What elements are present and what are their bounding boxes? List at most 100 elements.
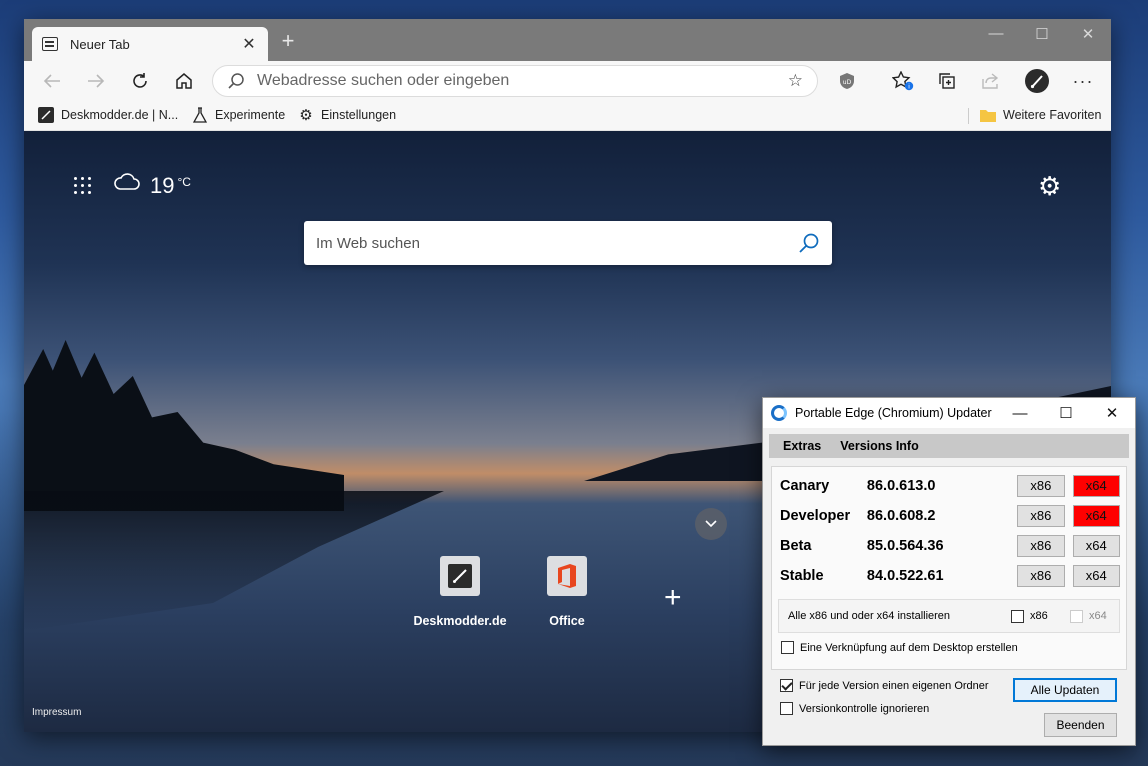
developer-x64-button[interactable]: x64 xyxy=(1072,505,1120,527)
install-all-x64-label: x64 xyxy=(1089,610,1107,622)
portable-edge-updater-window: Portable Edge (Chromium) Updater — ☐ ✕ E… xyxy=(762,397,1136,746)
favorites-icon[interactable]: i xyxy=(890,69,916,93)
svg-text:uD: uD xyxy=(843,79,852,86)
search-icon xyxy=(228,73,244,89)
browser-titlebar: Neuer Tab ✕ + — ☐ ✕ xyxy=(24,19,1111,61)
update-all-button[interactable]: Alle Updaten xyxy=(1013,678,1117,702)
newtab-page-icon xyxy=(42,37,58,51)
favorite-einstellungen[interactable]: ⚙ Einstellungen xyxy=(298,107,397,124)
refresh-icon xyxy=(133,73,147,88)
share-icon[interactable] xyxy=(978,69,1004,93)
home-button[interactable] xyxy=(170,67,198,95)
impressum-link[interactable]: Impressum xyxy=(32,707,81,718)
favorites-bar: Deskmodder.de | N... Experimente ⚙ Einst… xyxy=(24,101,1111,131)
favorite-label: Einstellungen xyxy=(321,108,397,122)
background-reflection xyxy=(24,491,444,631)
updater-app-icon xyxy=(771,405,787,421)
add-favorite-star-icon[interactable]: ☆ xyxy=(788,71,803,91)
new-tab-button[interactable]: + xyxy=(276,29,300,53)
forward-arrow-icon xyxy=(88,74,105,88)
favbar-divider xyxy=(968,108,969,124)
version-number: 84.0.522.61 xyxy=(866,568,944,584)
back-button[interactable] xyxy=(38,67,66,95)
background-forest xyxy=(24,340,344,511)
address-input[interactable]: Webadresse suchen oder eingeben xyxy=(257,72,788,90)
forward-button[interactable] xyxy=(82,67,110,95)
menu-extras[interactable]: Extras xyxy=(783,439,821,453)
version-row-stable: Stable 84.0.522.61 x86 x64 xyxy=(780,564,1120,588)
add-quick-link-button[interactable]: + xyxy=(664,581,682,615)
menu-versions-info[interactable]: Versions Info xyxy=(840,439,919,453)
page-settings-gear-icon[interactable]: ⚙ xyxy=(1038,171,1061,202)
version-number: 85.0.564.36 xyxy=(866,538,944,554)
web-search-input[interactable]: Im Web suchen xyxy=(316,235,798,252)
desktop-shortcut-option[interactable]: Eine Verknüpfung auf dem Desktop erstell… xyxy=(781,641,1018,654)
version-name: Beta xyxy=(780,538,812,554)
more-favorites-folder[interactable]: Weitere Favoriten xyxy=(980,107,1101,123)
browser-toolbar: Webadresse suchen oder eingeben ☆ uD i ·… xyxy=(24,61,1111,101)
favorite-experimente[interactable]: Experimente xyxy=(192,107,285,123)
version-name: Stable xyxy=(780,568,824,584)
own-folder-option[interactable]: Für jede Version einen eigenen Ordner xyxy=(780,679,989,692)
version-row-beta: Beta 85.0.564.36 x86 x64 xyxy=(780,534,1120,558)
back-arrow-icon xyxy=(43,74,60,88)
ignore-version-checkbox[interactable] xyxy=(780,702,793,715)
app-launcher-icon[interactable] xyxy=(74,177,92,195)
stable-x64-button[interactable]: x64 xyxy=(1072,565,1120,587)
weather-widget[interactable]: 19 °C xyxy=(114,171,191,201)
own-folder-checkbox[interactable] xyxy=(780,679,793,692)
profile-avatar[interactable] xyxy=(1022,66,1052,96)
ignore-version-option[interactable]: Versionkontrolle ignorieren xyxy=(780,702,929,715)
quick-link-label: Office xyxy=(549,614,585,628)
canary-x64-button[interactable]: x64 xyxy=(1072,475,1120,497)
version-number: 86.0.608.2 xyxy=(866,508,936,524)
maximize-button[interactable]: ☐ xyxy=(1019,25,1065,43)
version-number: 86.0.613.0 xyxy=(866,478,936,494)
canary-x86-button[interactable]: x86 xyxy=(1017,475,1065,497)
desktop-shortcut-label: Eine Verknüpfung auf dem Desktop erstell… xyxy=(800,641,1018,654)
web-search-box[interactable]: Im Web suchen xyxy=(304,221,832,265)
quick-link-deskmodder[interactable]: Deskmodder.de xyxy=(410,556,510,628)
quick-link-office[interactable]: Office xyxy=(517,556,617,628)
gear-icon: ⚙ xyxy=(299,107,313,124)
office-tile-icon xyxy=(547,556,587,596)
ublock-extension-icon[interactable]: uD xyxy=(834,69,860,93)
home-icon xyxy=(176,73,192,89)
favorite-deskmodder[interactable]: Deskmodder.de | N... xyxy=(38,107,178,123)
deskmodder-favicon xyxy=(38,107,54,123)
developer-x86-button[interactable]: x86 xyxy=(1017,505,1065,527)
updater-title: Portable Edge (Chromium) Updater xyxy=(795,406,992,420)
beta-x64-button[interactable]: x64 xyxy=(1072,535,1120,557)
close-window-button[interactable]: ✕ xyxy=(1065,25,1111,43)
install-all-label: Alle x86 und oder x64 installieren xyxy=(788,610,951,622)
install-all-x86-checkbox[interactable] xyxy=(1011,609,1024,623)
beta-x86-button[interactable]: x86 xyxy=(1017,535,1065,557)
weather-unit: °C xyxy=(177,175,191,189)
refresh-button[interactable] xyxy=(126,67,154,95)
tab-close-icon[interactable]: ✕ xyxy=(240,34,258,54)
ignore-version-label: Versionkontrolle ignorieren xyxy=(799,702,930,715)
updater-close-button[interactable]: ✕ xyxy=(1089,404,1135,422)
stable-x86-button[interactable]: x86 xyxy=(1017,565,1065,587)
install-all-x64-checkbox[interactable] xyxy=(1070,609,1083,623)
quick-link-label: Deskmodder.de xyxy=(413,614,507,628)
updater-titlebar: Portable Edge (Chromium) Updater — ☐ ✕ xyxy=(763,398,1135,428)
search-icon[interactable] xyxy=(798,232,820,254)
version-row-developer: Developer 86.0.608.2 x86 x64 xyxy=(780,504,1120,528)
exit-button[interactable]: Beenden xyxy=(1044,713,1117,737)
scroll-down-chevron-icon[interactable] xyxy=(695,508,727,540)
version-name: Developer xyxy=(780,508,851,524)
install-all-group: Alle x86 und oder x64 installieren x86 x… xyxy=(778,599,1120,633)
more-menu-icon[interactable]: ··· xyxy=(1070,69,1096,93)
collections-icon[interactable] xyxy=(934,69,960,93)
install-all-x86-label: x86 xyxy=(1030,610,1048,622)
tab-neuer-tab[interactable]: Neuer Tab ✕ xyxy=(32,27,268,61)
updater-minimize-button[interactable]: — xyxy=(997,405,1043,422)
tab-title: Neuer Tab xyxy=(70,36,130,52)
address-bar[interactable]: Webadresse suchen oder eingeben ☆ xyxy=(212,65,818,97)
desktop-shortcut-checkbox[interactable] xyxy=(781,641,794,654)
versions-panel: Canary 86.0.613.0 x86 x64 Developer 86.0… xyxy=(771,466,1127,670)
updater-menubar: Extras Versions Info xyxy=(769,434,1129,458)
updater-maximize-button[interactable]: ☐ xyxy=(1043,404,1089,422)
minimize-button[interactable]: — xyxy=(973,25,1019,42)
